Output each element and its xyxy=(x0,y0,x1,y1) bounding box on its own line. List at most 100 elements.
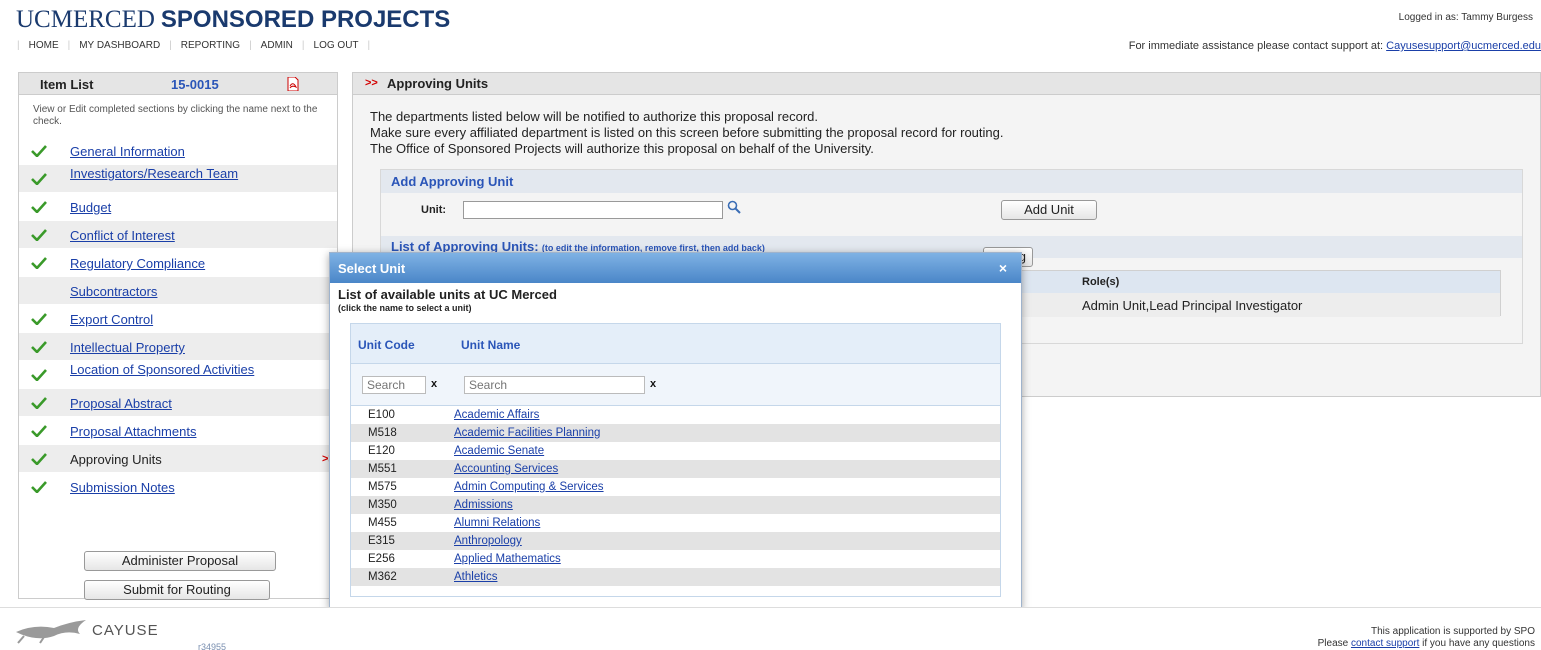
sidebar-item-label[interactable]: Regulatory Compliance xyxy=(70,257,205,270)
unit-name-link[interactable]: Alumni Relations xyxy=(454,517,540,529)
unit-name-link[interactable]: Athletics xyxy=(454,571,497,583)
sidebar-item[interactable]: Export Control xyxy=(19,305,337,333)
table-row[interactable]: M455 Alumni Relations xyxy=(351,514,1000,532)
sidebar-item-label[interactable]: Budget xyxy=(70,201,111,214)
revision-number: r34955 xyxy=(198,642,227,650)
checkmark-icon xyxy=(31,481,47,493)
checkmark-icon xyxy=(31,201,47,213)
panel-title: Approving Units xyxy=(387,76,489,91)
administer-proposal-button[interactable]: Administer Proposal xyxy=(84,551,276,571)
sidebar-item[interactable]: Subcontractors xyxy=(19,277,337,305)
sidebar-item[interactable]: General Information xyxy=(19,137,337,165)
unit-code-cell: M350 xyxy=(368,499,397,511)
nav-home[interactable]: HOME xyxy=(29,40,59,51)
sidebar-item-label[interactable]: Submission Notes xyxy=(70,481,175,494)
panel-header: >> Approving Units xyxy=(353,73,1540,95)
support-notice: For immediate assistance please contact … xyxy=(1129,40,1541,52)
sidebar-item[interactable]: Conflict of Interest xyxy=(19,221,337,249)
unit-name-link[interactable]: Admin Computing & Services xyxy=(454,481,604,493)
cayuse-logo-text: CAYUSE xyxy=(92,622,159,639)
section-marker: >> xyxy=(365,77,378,89)
table-row[interactable]: E100 Academic Affairs xyxy=(351,406,1000,424)
unit-name-link[interactable]: Accounting Services xyxy=(454,463,558,475)
item-list-panel: Item List 15-0015 View or Edit completed… xyxy=(18,72,338,600)
nav-separator: | xyxy=(169,40,172,51)
unit-label: Unit: xyxy=(421,204,447,216)
sidebar-item-label[interactable]: Subcontractors xyxy=(70,285,157,298)
add-approving-unit-title: Add Approving Unit xyxy=(381,170,1522,193)
nav-log-out[interactable]: LOG OUT xyxy=(314,40,359,51)
unit-name-link[interactable]: Academic Affairs xyxy=(454,409,539,421)
table-row[interactable]: M575 Admin Computing & Services xyxy=(351,478,1000,496)
unit-name-link[interactable]: Applied Mathematics xyxy=(454,553,561,565)
magnifier-icon[interactable] xyxy=(727,200,741,214)
pdf-icon[interactable] xyxy=(287,77,299,91)
unit-name-link[interactable]: Academic Senate xyxy=(454,445,544,457)
nav-admin[interactable]: ADMIN xyxy=(261,40,293,51)
unit-name-link[interactable]: Academic Facilities Planning xyxy=(454,427,600,439)
roles-cell: Admin Unit,Lead Principal Investigator xyxy=(1082,298,1303,313)
roles-column-header: Role(s) xyxy=(1082,276,1120,288)
item-list-title: Item List xyxy=(40,77,94,92)
unit-code-search-input[interactable] xyxy=(362,376,426,394)
sidebar-item[interactable]: Investigators/Research Team xyxy=(19,165,337,193)
add-unit-button[interactable]: Add Unit xyxy=(1001,200,1097,220)
brand-logo[interactable]: UCMERCED SPONSORED PROJECTS xyxy=(16,6,450,34)
grid-filter-row: x x xyxy=(351,364,1000,406)
table-row[interactable]: E256 Applied Mathematics xyxy=(351,550,1000,568)
unit-name-link[interactable]: Anthropology xyxy=(454,535,522,547)
sidebar-item-label[interactable]: Export Control xyxy=(70,313,153,326)
select-unit-dialog: Select Unit × List of available units at… xyxy=(329,252,1022,609)
sidebar-item-label[interactable]: Proposal Abstract xyxy=(70,397,172,410)
table-row[interactable]: M551 Accounting Services xyxy=(351,460,1000,478)
clear-name-filter-icon[interactable]: x xyxy=(650,378,656,390)
sidebar-item[interactable]: Budget xyxy=(19,193,337,221)
sidebar-item-label[interactable]: Proposal Attachments xyxy=(70,425,196,438)
unit-name-search-input[interactable] xyxy=(464,376,645,394)
units-grid: Unit Code Unit Name x x E100 Academic Aff… xyxy=(350,323,1001,597)
unit-code-cell: M518 xyxy=(368,427,397,439)
checkmark-icon xyxy=(31,341,47,353)
table-row[interactable]: M362 Athletics xyxy=(351,568,1000,586)
contact-support-link[interactable]: contact support xyxy=(1351,638,1419,649)
sidebar-item[interactable]: Regulatory Compliance xyxy=(19,249,337,277)
sidebar-item[interactable]: Submission Notes xyxy=(19,473,337,501)
unit-name-column-header[interactable]: Unit Name xyxy=(461,338,520,352)
close-icon[interactable]: × xyxy=(999,260,1007,276)
grid-body: E100 Academic Affairs M518 Academic Facilit… xyxy=(351,406,1000,586)
nav-separator: | xyxy=(67,40,71,51)
nav-separator: | xyxy=(17,40,20,51)
sidebar-item-label[interactable]: Investigators/Research Team xyxy=(70,167,260,180)
footer-support-line: This application is supported by SPO xyxy=(1371,626,1535,637)
section-list: General Information Investigators/Researc… xyxy=(19,137,337,501)
clear-code-filter-icon[interactable]: x xyxy=(431,378,437,390)
table-row[interactable]: E120 Academic Senate xyxy=(351,442,1000,460)
logged-in-user: Logged in as: Tammy Burgess xyxy=(1398,12,1533,23)
unit-name-link[interactable]: Admissions xyxy=(454,499,513,511)
unit-code-column-header[interactable]: Unit Code xyxy=(358,338,415,352)
page-footer: CAYUSE r34955 This application is suppor… xyxy=(0,607,1541,650)
footer-contact-post: if you have any questions xyxy=(1422,638,1535,649)
unit-code-cell: E120 xyxy=(368,445,395,457)
sidebar-item-label[interactable]: Intellectual Property xyxy=(70,341,185,354)
table-row[interactable]: M518 Academic Facilities Planning xyxy=(351,424,1000,442)
nav-my-dashboard[interactable]: MY DASHBOARD xyxy=(79,40,160,51)
checkmark-icon xyxy=(31,453,47,465)
intro-line: The departments listed below will be not… xyxy=(370,109,819,124)
unit-input[interactable] xyxy=(463,201,723,219)
sidebar-item-label[interactable]: Location of Sponsored Activities xyxy=(70,363,260,376)
sidebar-item[interactable]: Proposal Abstract xyxy=(19,389,337,417)
table-row[interactable]: M350 Admissions xyxy=(351,496,1000,514)
table-row[interactable]: E315 Anthropology xyxy=(351,532,1000,550)
nav-reporting[interactable]: REPORTING xyxy=(181,40,240,51)
sidebar-item[interactable]: Intellectual Property xyxy=(19,333,337,361)
support-email-link[interactable]: Cayusesupport@ucmerced.edu xyxy=(1386,40,1541,52)
nav-separator: | xyxy=(249,40,252,51)
sidebar-item[interactable]: Proposal Attachments xyxy=(19,417,337,445)
footer-contact-pre: Please xyxy=(1317,638,1349,649)
sidebar-item[interactable]: Location of Sponsored Activities xyxy=(19,361,337,389)
submit-for-routing-button[interactable]: Submit for Routing xyxy=(84,580,270,600)
checkmark-icon xyxy=(31,257,47,269)
sidebar-item-label[interactable]: Conflict of Interest xyxy=(70,229,175,242)
sidebar-item-label[interactable]: General Information xyxy=(70,145,185,158)
